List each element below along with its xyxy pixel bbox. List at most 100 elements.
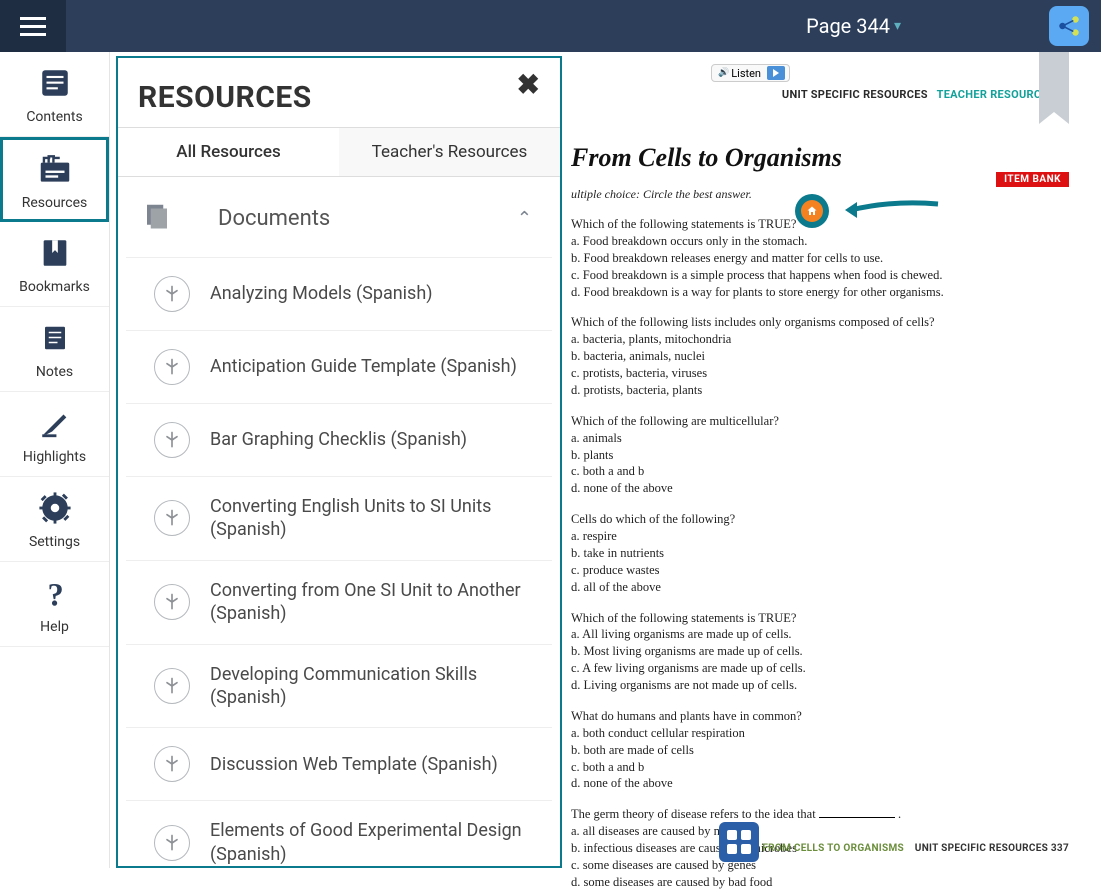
answer-option: c. protists, bacteria, viruses: [571, 365, 1069, 382]
home-icon: [801, 200, 823, 222]
footer-section: UNIT SPECIFIC RESOURCES 337: [915, 843, 1069, 854]
answer-option: c. produce wastes: [571, 562, 1069, 579]
answer-option: b. plants: [571, 447, 1069, 464]
questions-container: Which of the following statements is TRU…: [571, 216, 1069, 891]
document-label: Converting from One SI Unit to Another (…: [210, 579, 542, 626]
panel-title: RESOURCES: [118, 58, 560, 127]
resources-icon: [35, 149, 75, 189]
answer-option: d. all of the above: [571, 579, 1069, 596]
page-footer: FROM CELLS TO ORGANISMS UNIT SPECIFIC RE…: [762, 843, 1069, 854]
help-icon: ?: [35, 573, 75, 613]
section-documents[interactable]: Documents ⌃: [126, 177, 552, 258]
contents-icon: [35, 63, 75, 103]
play-icon: [767, 66, 785, 80]
sidebar-item-settings[interactable]: Settings: [0, 477, 109, 562]
menu-button[interactable]: [0, 0, 66, 52]
question-stem: What do humans and plants have in common…: [571, 708, 1069, 725]
document-item[interactable]: Anticipation Guide Template (Spanish): [126, 331, 552, 404]
document-label: Bar Graphing Checklis (Spanish): [210, 428, 467, 451]
question-block: Which of the following statements is TRU…: [571, 610, 1069, 694]
page-label: Page 344: [806, 14, 890, 38]
answer-option: a. bacteria, plants, mitochondria: [571, 331, 1069, 348]
pdf-icon: [154, 422, 190, 458]
question-block: Which of the following statements is TRU…: [571, 216, 1069, 300]
answer-option: a. All living organisms are made up of c…: [571, 626, 1069, 643]
question-block: Cells do which of the following?a. respi…: [571, 511, 1069, 595]
page-indicator[interactable]: Page 344 ▾: [806, 14, 901, 38]
sidebar-item-notes[interactable]: Notes: [0, 307, 109, 392]
unit-specific-link[interactable]: UNIT SPECIFIC RESOURCES: [782, 88, 928, 101]
question-block: Which of the following lists includes on…: [571, 314, 1069, 398]
question-stem: The germ theory of disease refers to the…: [571, 806, 1069, 823]
answer-option: c. Food breakdown is a simple process th…: [571, 267, 1069, 284]
document-item[interactable]: Elements of Good Experimental Design (Sp…: [126, 801, 552, 866]
item-bank-badge: ITEM BANK: [996, 172, 1069, 187]
answer-option: c. both a and b: [571, 463, 1069, 480]
bookmark-ribbon[interactable]: [1039, 52, 1069, 112]
tab-teachers-resources[interactable]: Teacher's Resources: [339, 128, 560, 176]
sidebar-item-highlights[interactable]: Highlights: [0, 392, 109, 477]
document-list: Analyzing Models (Spanish) Anticipation G…: [126, 258, 552, 866]
gear-icon: [35, 488, 75, 528]
pdf-icon: [154, 500, 190, 536]
sidebar: Contents Resources Bookmarks Notes Highl…: [0, 52, 110, 868]
document-item[interactable]: Discussion Web Template (Spanish): [126, 728, 552, 801]
sidebar-label: Settings: [29, 534, 80, 550]
documents-icon: [142, 201, 172, 235]
chevron-up-icon: ⌃: [517, 208, 532, 229]
pdf-icon: [154, 349, 190, 385]
answer-option: a. all diseases are caused by microbes: [571, 823, 1069, 840]
answer-option: d. Living organisms are not made up of c…: [571, 677, 1069, 694]
sidebar-item-bookmarks[interactable]: Bookmarks: [0, 222, 109, 307]
pdf-icon: [154, 584, 190, 620]
question-block: What do humans and plants have in common…: [571, 708, 1069, 792]
sidebar-label: Resources: [22, 195, 88, 211]
answer-option: b. Food breakdown releases energy and ma…: [571, 250, 1069, 267]
header-links: UNIT SPECIFIC RESOURCES TEACHER RESOURCE…: [571, 88, 1069, 101]
grid-view-button[interactable]: [719, 822, 759, 862]
share-button[interactable]: [1049, 6, 1089, 46]
tab-all-resources[interactable]: All Resources: [118, 128, 339, 176]
sidebar-label: Bookmarks: [19, 279, 90, 295]
answer-option: c. some diseases are caused by genes: [571, 857, 1069, 874]
sidebar-label: Contents: [26, 109, 82, 125]
answer-option: d. Food breakdown is a way for plants to…: [571, 284, 1069, 301]
answer-option: d. none of the above: [571, 775, 1069, 792]
document-label: Anticipation Guide Template (Spanish): [210, 355, 517, 378]
answer-option: c. both a and b: [571, 759, 1069, 776]
pdf-icon: [154, 276, 190, 312]
answer-option: d. protists, bacteria, plants: [571, 382, 1069, 399]
document-label: Elements of Good Experimental Design (Sp…: [210, 819, 542, 866]
notes-icon: [35, 318, 75, 358]
document-label: Analyzing Models (Spanish): [210, 282, 433, 305]
question-stem: Which of the following are multicellular…: [571, 413, 1069, 430]
sidebar-item-resources[interactable]: Resources: [0, 137, 109, 222]
pdf-icon: [154, 825, 190, 861]
listen-button[interactable]: 🔊 Listen: [711, 64, 790, 82]
resources-panel: ✖ RESOURCES All Resources Teacher's Reso…: [116, 56, 562, 868]
answer-option: b. bacteria, animals, nuclei: [571, 348, 1069, 365]
document-item[interactable]: Developing Communication Skills (Spanish…: [126, 645, 552, 729]
document-item[interactable]: Analyzing Models (Spanish): [126, 258, 552, 331]
answer-option: d. none of the above: [571, 480, 1069, 497]
pdf-icon: [154, 668, 190, 704]
question-stem: Which of the following statements is TRU…: [571, 610, 1069, 627]
arrow-icon: [843, 192, 943, 232]
question-stem: Which of the following lists includes on…: [571, 314, 1069, 331]
close-button[interactable]: ✖: [517, 68, 540, 101]
document-item[interactable]: Converting English Units to SI Units (Sp…: [126, 477, 552, 561]
answer-option: d. some diseases are caused by bad food: [571, 874, 1069, 891]
sidebar-item-help[interactable]: ? Help: [0, 562, 109, 647]
document-item[interactable]: Bar Graphing Checklis (Spanish): [126, 404, 552, 477]
section-title: Documents: [218, 206, 517, 231]
bookmarks-icon: [35, 233, 75, 273]
sidebar-item-contents[interactable]: Contents: [0, 52, 109, 137]
share-icon: [1056, 13, 1082, 39]
sidebar-label: Notes: [36, 364, 73, 380]
answer-option: a. respire: [571, 528, 1069, 545]
panel-tabs: All Resources Teacher's Resources: [118, 127, 560, 177]
question-stem: Cells do which of the following?: [571, 511, 1069, 528]
item-bank-button[interactable]: [795, 194, 829, 228]
document-item[interactable]: Converting from One SI Unit to Another (…: [126, 561, 552, 645]
document-label: Developing Communication Skills (Spanish…: [210, 663, 542, 710]
